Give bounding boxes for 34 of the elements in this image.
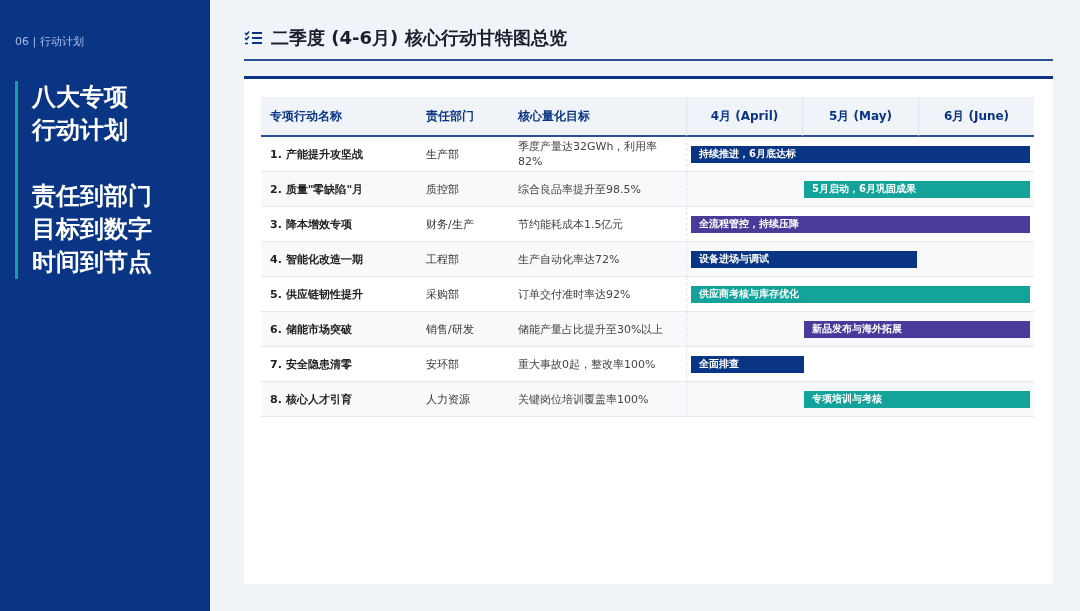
month-header: 5月 (May)	[802, 97, 918, 137]
month-header: 4月 (April)	[686, 97, 802, 137]
gantt-bar: 专项培训与考核	[804, 390, 1030, 408]
action-name: 6. 储能市场突破	[261, 312, 417, 347]
target-text: 储能产量占比提升至30%以上	[509, 312, 686, 347]
gantt-bar: 新品发布与海外拓展	[804, 320, 1030, 338]
gantt-bar: 5月启动，6月巩固成果	[804, 180, 1030, 198]
page-title: 二季度 (4-6月) 核心行动甘特图总览	[271, 26, 567, 50]
column-header: 专项行动名称	[261, 97, 417, 137]
gantt-bar: 全流程管控，持续压降	[691, 215, 1030, 233]
target-text: 关键岗位培训覆盖率100%	[509, 382, 686, 417]
target-text: 生产自动化率达72%	[509, 242, 686, 277]
column-header: 责任部门	[417, 97, 509, 137]
headline-line: 行动计划	[32, 115, 129, 146]
column-header: 核心量化目标	[509, 97, 686, 137]
action-name: 2. 质量"零缺陷"月	[261, 172, 417, 207]
month-header: 6月 (June)	[918, 97, 1034, 137]
target-text: 综合良品率提升至98.5%	[509, 172, 686, 207]
headline-line: 八大专项	[32, 82, 129, 113]
department: 销售/研发	[417, 312, 509, 347]
gantt-bar: 持续推进，6月底达标	[691, 145, 1030, 163]
gantt-bar: 全面排查	[691, 355, 804, 373]
department: 人力资源	[417, 382, 509, 417]
gantt-bar: 设备进场与调试	[691, 250, 917, 268]
gantt-bar: 供应商考核与库存优化	[691, 285, 1030, 303]
slogan-line: 时间到节点	[32, 247, 153, 278]
section-label: 06 | 行动计划	[15, 34, 85, 49]
slogan-line: 责任到部门	[32, 181, 153, 212]
department: 工程部	[417, 242, 509, 277]
department: 质控部	[417, 172, 509, 207]
action-name: 8. 核心人才引育	[261, 382, 417, 417]
checklist-icon	[244, 31, 262, 45]
action-name: 4. 智能化改造一期	[261, 242, 417, 277]
slogan-line: 目标到数字	[32, 214, 153, 245]
